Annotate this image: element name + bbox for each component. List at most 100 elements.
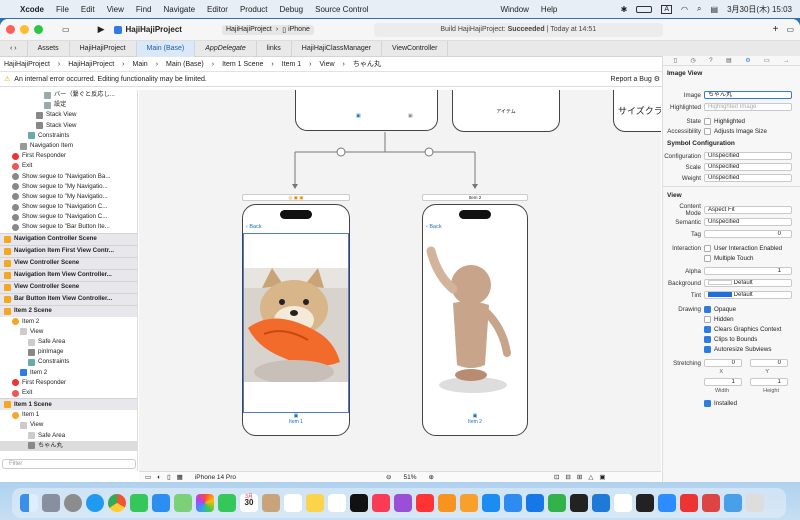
selected-image-frame[interactable] bbox=[243, 233, 349, 413]
messages-icon[interactable] bbox=[130, 494, 148, 512]
opaque-checkbox[interactable] bbox=[704, 305, 711, 313]
contacts-icon[interactable] bbox=[262, 494, 280, 512]
app-icon[interactable] bbox=[680, 494, 698, 512]
scheme-selector[interactable]: HajiHajiProject › ▯ iPhone bbox=[221, 24, 314, 35]
outline-row[interactable]: View bbox=[0, 420, 137, 430]
music-icon[interactable] bbox=[372, 494, 390, 512]
menu-source-control[interactable]: Source Control bbox=[315, 5, 368, 14]
finder-icon[interactable] bbox=[20, 494, 38, 512]
add-constraints-icon[interactable]: ⊞ bbox=[577, 473, 582, 481]
inspector-toggle-icon[interactable]: ▭ bbox=[786, 25, 794, 34]
clears-context-checkbox[interactable] bbox=[704, 325, 711, 333]
zoom-window-button[interactable] bbox=[34, 25, 43, 34]
wifi-icon[interactable]: ◠ bbox=[681, 5, 688, 14]
outline-row[interactable]: Show segue to "My Navigatio... bbox=[0, 182, 137, 192]
menu-app[interactable]: Xcode bbox=[20, 5, 44, 14]
outline-row[interactable]: View bbox=[0, 327, 137, 337]
launchpad-icon[interactable] bbox=[42, 494, 60, 512]
menu-window[interactable]: Window bbox=[500, 5, 528, 14]
user-interaction-checkbox[interactable] bbox=[704, 244, 711, 252]
safari-icon[interactable] bbox=[86, 494, 104, 512]
tab-links[interactable]: links bbox=[257, 40, 292, 57]
outline-scene-row[interactable]: Bar Button Item View Controller... bbox=[0, 292, 137, 305]
outline-row[interactable]: Safe Area bbox=[0, 337, 137, 347]
outline-row[interactable]: Show segue to "Navigation C... bbox=[0, 212, 137, 222]
outline-row[interactable]: Item 2 bbox=[0, 317, 137, 327]
outline-row[interactable]: Show segue to "Navigation Ba... bbox=[0, 172, 137, 182]
tag-field[interactable]: 0 bbox=[704, 230, 792, 238]
tab-viewcontroller[interactable]: ViewController bbox=[382, 40, 449, 57]
semantic-popup[interactable]: Unspecified bbox=[704, 218, 792, 226]
outline-row[interactable]: Stack View bbox=[0, 110, 137, 120]
filter-field[interactable]: Filter bbox=[2, 459, 136, 469]
tab-main-base[interactable]: Main (Base) bbox=[136, 40, 196, 57]
storyboard-canvas[interactable]: ▣ ▣ アイテム サイズクラ ◎ ▣ ▣ ‹ Back ▣ Item 1 Ite… bbox=[139, 90, 661, 471]
battery-icon[interactable] bbox=[636, 5, 653, 13]
tab-nav-back[interactable]: ‹ › bbox=[0, 40, 28, 57]
report-bug-button[interactable]: Report a Bug ⚙ bbox=[611, 75, 660, 83]
outline-row[interactable]: Show segue to "Bar Button Ite... bbox=[0, 222, 137, 232]
terminal-icon[interactable] bbox=[636, 494, 654, 512]
back-button[interactable]: ‹ Back bbox=[246, 224, 262, 230]
outline-row[interactable]: First Responder bbox=[0, 378, 137, 388]
calendar-icon[interactable]: 3月 30 bbox=[240, 494, 258, 512]
outline-row[interactable]: Item 2 bbox=[0, 368, 137, 378]
tab-assets[interactable]: Assets bbox=[28, 40, 70, 57]
tv-icon[interactable] bbox=[350, 494, 368, 512]
outline-row[interactable]: Constraints bbox=[0, 131, 137, 141]
highlighted-image-field[interactable]: Highlighted Image bbox=[704, 103, 792, 111]
identity-icon[interactable]: ▤ bbox=[726, 57, 732, 64]
scene-dock-item2[interactable]: Item 2 bbox=[422, 194, 528, 201]
menu-view[interactable]: View bbox=[107, 5, 124, 14]
back-button[interactable]: ‹ Back bbox=[426, 224, 442, 230]
bluetooth-icon[interactable]: ✱ bbox=[621, 5, 628, 14]
control-center-icon[interactable]: ▤ bbox=[711, 5, 719, 14]
menu-edit[interactable]: Edit bbox=[81, 5, 95, 14]
books-icon[interactable] bbox=[438, 494, 456, 512]
breadcrumb-item[interactable]: Item 1 bbox=[282, 61, 301, 68]
maps-icon[interactable] bbox=[174, 494, 192, 512]
input-source-icon[interactable]: A bbox=[661, 4, 673, 14]
breadcrumb-item[interactable]: Item 1 Scene bbox=[222, 61, 263, 68]
scale-popup[interactable]: Unspecified bbox=[704, 163, 792, 171]
numbers-icon[interactable] bbox=[548, 494, 566, 512]
image-field[interactable]: ちゃん丸 bbox=[704, 91, 792, 99]
zoom-app-icon[interactable] bbox=[658, 494, 676, 512]
outline-row[interactable]: 設定 bbox=[0, 100, 137, 110]
device-config-label[interactable]: iPhone 14 Pro bbox=[195, 474, 236, 481]
tab-project[interactable]: HajiHajiProject bbox=[70, 40, 137, 57]
tab-bar-item[interactable]: ▣ Item 1 bbox=[243, 413, 349, 425]
system-settings-icon[interactable] bbox=[64, 494, 82, 512]
vscode-icon[interactable] bbox=[592, 494, 610, 512]
outline-row[interactable]: Exit bbox=[0, 161, 137, 171]
outline-row[interactable]: Navigation Item bbox=[0, 141, 137, 151]
device-config-icon[interactable]: ▦ bbox=[177, 473, 183, 481]
clips-to-bounds-checkbox[interactable] bbox=[704, 335, 711, 343]
notes-icon[interactable] bbox=[306, 494, 324, 512]
history-icon[interactable]: ◷ bbox=[691, 57, 696, 64]
tab-appdelegate[interactable]: AppDelegate bbox=[195, 40, 257, 57]
breadcrumb-item[interactable]: ちゃん丸 bbox=[353, 59, 381, 69]
xcode-icon[interactable] bbox=[526, 494, 544, 512]
alpha-field[interactable]: 1 bbox=[704, 267, 792, 275]
multiple-touch-checkbox[interactable] bbox=[704, 254, 711, 262]
breadcrumb-item[interactable]: View bbox=[320, 61, 335, 68]
breadcrumb-item[interactable]: Main bbox=[133, 61, 148, 68]
photos-icon[interactable] bbox=[196, 494, 214, 512]
weight-popup[interactable]: Unspecified bbox=[704, 174, 792, 182]
outline-row[interactable]: First Responder bbox=[0, 151, 137, 161]
pages-icon[interactable] bbox=[460, 494, 478, 512]
stretch-width-field[interactable]: 1 bbox=[704, 378, 742, 386]
outline-scene-row[interactable]: View Controller Scene bbox=[0, 280, 137, 293]
item1-phone[interactable]: ‹ Back ▣ Item 1 bbox=[242, 204, 350, 436]
outline-row[interactable]: Constraints bbox=[0, 357, 137, 367]
run-button[interactable]: ▶ bbox=[98, 24, 105, 35]
outline-row[interactable]: Show segue to "My Navigatio... bbox=[0, 192, 137, 202]
menu-debug[interactable]: Debug bbox=[280, 5, 304, 14]
outline-row[interactable]: ちゃん丸 bbox=[0, 440, 137, 451]
outline-scene-row[interactable]: Navigation Item View Controller... bbox=[0, 268, 137, 281]
outline-toggle-icon[interactable]: ▭ bbox=[145, 473, 151, 481]
size-icon[interactable]: ▭ bbox=[764, 57, 770, 64]
menu-navigate[interactable]: Navigate bbox=[163, 5, 195, 14]
appearance-icon[interactable]: ◐ bbox=[157, 474, 161, 481]
